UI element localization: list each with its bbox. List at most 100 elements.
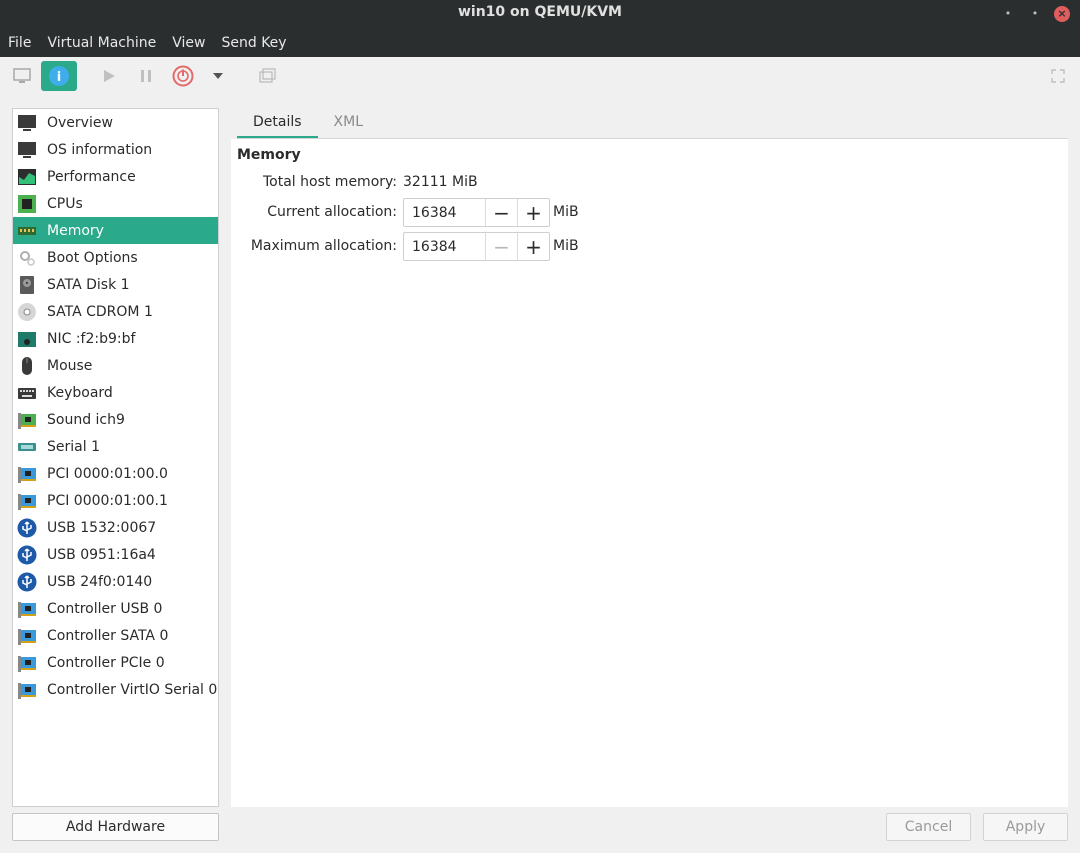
sidebar-item-label: Sound ich9 (47, 411, 125, 428)
close-icon[interactable]: × (1054, 6, 1070, 22)
sidebar-item-label: USB 24f0:0140 (47, 573, 153, 590)
cdrom-icon (17, 302, 37, 322)
sidebar-item-controller-usb-0[interactable]: Controller USB 0 (13, 595, 218, 622)
current-allocation-unit: MiB (553, 204, 579, 220)
sidebar-item-sound-ich9[interactable]: Sound ich9 (13, 406, 218, 433)
maximum-allocation-minus-button[interactable]: − (485, 233, 517, 260)
pci-card-icon (17, 680, 37, 700)
sidebar-item-usb-2[interactable]: USB 0951:16a4 (13, 541, 218, 568)
total-host-memory-label: Total host memory: (262, 174, 397, 190)
pci-card-icon (17, 626, 37, 646)
sidebar-item-label: Keyboard (47, 384, 113, 401)
sidebar-item-label: SATA CDROM 1 (47, 303, 153, 320)
sidebar-item-label: Boot Options (47, 249, 138, 266)
current-allocation-minus-button[interactable]: − (485, 199, 517, 226)
pci-card-icon (17, 599, 37, 619)
sidebar-item-label: NIC :f2:b9:bf (47, 330, 136, 347)
menu-send-key[interactable]: Send Key (213, 32, 294, 54)
sidebar-item-label: Serial 1 (47, 438, 100, 455)
sidebar-item-label: USB 1532:0067 (47, 519, 157, 536)
maximize-icon[interactable]: • (1027, 6, 1043, 22)
minimize-icon[interactable]: • (1000, 6, 1016, 22)
sidebar-item-usb-1[interactable]: USB 1532:0067 (13, 514, 218, 541)
hardware-list: Overview OS information Performance CPUs… (12, 108, 219, 807)
network-card-icon (17, 329, 37, 349)
hard-disk-icon (17, 275, 37, 295)
mouse-icon (17, 356, 37, 376)
current-allocation-stepper: − + (403, 198, 550, 227)
sidebar-item-controller-pcie-0[interactable]: Controller PCIe 0 (13, 649, 218, 676)
maximum-allocation-plus-button[interactable]: + (517, 233, 549, 260)
current-allocation-label: Current allocation: (267, 204, 397, 220)
sidebar-item-sata-disk-1[interactable]: SATA Disk 1 (13, 271, 218, 298)
sidebar-item-controller-sata-0[interactable]: Controller SATA 0 (13, 622, 218, 649)
sidebar-item-memory[interactable]: Memory (13, 217, 218, 244)
sidebar-item-label: CPUs (47, 195, 83, 212)
sidebar-item-label: Memory (47, 222, 104, 239)
console-icon[interactable] (4, 61, 40, 91)
maximum-allocation-input[interactable] (404, 233, 485, 260)
details-info-icon[interactable]: i (41, 61, 77, 91)
sidebar-item-performance[interactable]: Performance (13, 163, 218, 190)
sidebar-item-label: Controller PCIe 0 (47, 654, 165, 671)
sidebar-item-usb-3[interactable]: USB 24f0:0140 (13, 568, 218, 595)
sidebar-item-overview[interactable]: Overview (13, 109, 218, 136)
title-bar: win10 on QEMU/KVM • • × File Virtual Mac… (0, 0, 1080, 57)
menu-virtual-machine[interactable]: Virtual Machine (39, 32, 164, 54)
window-title: win10 on QEMU/KVM (457, 4, 622, 20)
sidebar-item-label: USB 0951:16a4 (47, 546, 156, 563)
pci-card-icon (17, 491, 37, 511)
current-allocation-input[interactable] (404, 199, 485, 226)
sidebar-item-label: SATA Disk 1 (47, 276, 130, 293)
sidebar-item-label: PCI 0000:01:00.0 (47, 465, 168, 482)
cpu-chip-icon (17, 194, 37, 214)
shutdown-menu-arrow-icon[interactable] (203, 61, 233, 91)
fullscreen-icon[interactable] (1040, 61, 1076, 91)
toolbar: i (0, 57, 1080, 97)
performance-graph-icon (17, 167, 37, 187)
maximum-allocation-stepper: − + (403, 232, 550, 261)
sidebar-item-label: Performance (47, 168, 136, 185)
sidebar-item-mouse[interactable]: Mouse (13, 352, 218, 379)
pci-card-icon (17, 653, 37, 673)
sidebar-item-boot-options[interactable]: Boot Options (13, 244, 218, 271)
sidebar-item-label: OS information (47, 141, 153, 158)
gear-icon (17, 248, 37, 268)
menu-view[interactable]: View (164, 32, 213, 54)
sidebar-item-controller-virtio-serial-0[interactable]: Controller VirtIO Serial 0 (13, 676, 218, 703)
menu-file[interactable]: File (0, 32, 39, 54)
serial-port-icon (17, 437, 37, 457)
pci-card-icon (17, 464, 37, 484)
usb-icon (17, 545, 37, 565)
add-hardware-button[interactable]: Add Hardware (12, 813, 219, 841)
tab-xml[interactable]: XML (318, 108, 379, 138)
sidebar-item-nic[interactable]: NIC :f2:b9:bf (13, 325, 218, 352)
expansion-card-icon (17, 410, 37, 430)
maximum-allocation-label: Maximum allocation: (250, 238, 397, 254)
sidebar-item-label: Controller USB 0 (47, 600, 163, 617)
total-host-memory-value: 32111 MiB (403, 174, 478, 190)
sidebar-item-label: Overview (47, 114, 113, 131)
current-allocation-plus-button[interactable]: + (517, 199, 549, 226)
pause-icon[interactable] (128, 61, 164, 91)
sidebar-item-pci-2[interactable]: PCI 0000:01:00.1 (13, 487, 218, 514)
apply-button[interactable]: Apply (983, 813, 1068, 841)
sidebar-item-label: Mouse (47, 357, 93, 374)
cancel-button[interactable]: Cancel (886, 813, 971, 841)
monitor-icon (17, 113, 37, 133)
sidebar-item-pci-1[interactable]: PCI 0000:01:00.0 (13, 460, 218, 487)
sidebar-item-cpus[interactable]: CPUs (13, 190, 218, 217)
run-icon[interactable] (91, 61, 127, 91)
tab-details[interactable]: Details (237, 108, 318, 138)
sidebar-item-serial-1[interactable]: Serial 1 (13, 433, 218, 460)
snapshots-icon[interactable] (250, 61, 286, 91)
sidebar-item-sata-cdrom-1[interactable]: SATA CDROM 1 (13, 298, 218, 325)
details-info-glyph: i (57, 70, 61, 85)
tab-bar: Details XML (237, 108, 379, 139)
sidebar-item-label: Controller SATA 0 (47, 627, 169, 644)
sidebar-item-keyboard[interactable]: Keyboard (13, 379, 218, 406)
sidebar-item-os-information[interactable]: OS information (13, 136, 218, 163)
keyboard-icon (17, 383, 37, 403)
maximum-allocation-unit: MiB (553, 238, 579, 254)
shutdown-icon[interactable] (165, 61, 201, 91)
